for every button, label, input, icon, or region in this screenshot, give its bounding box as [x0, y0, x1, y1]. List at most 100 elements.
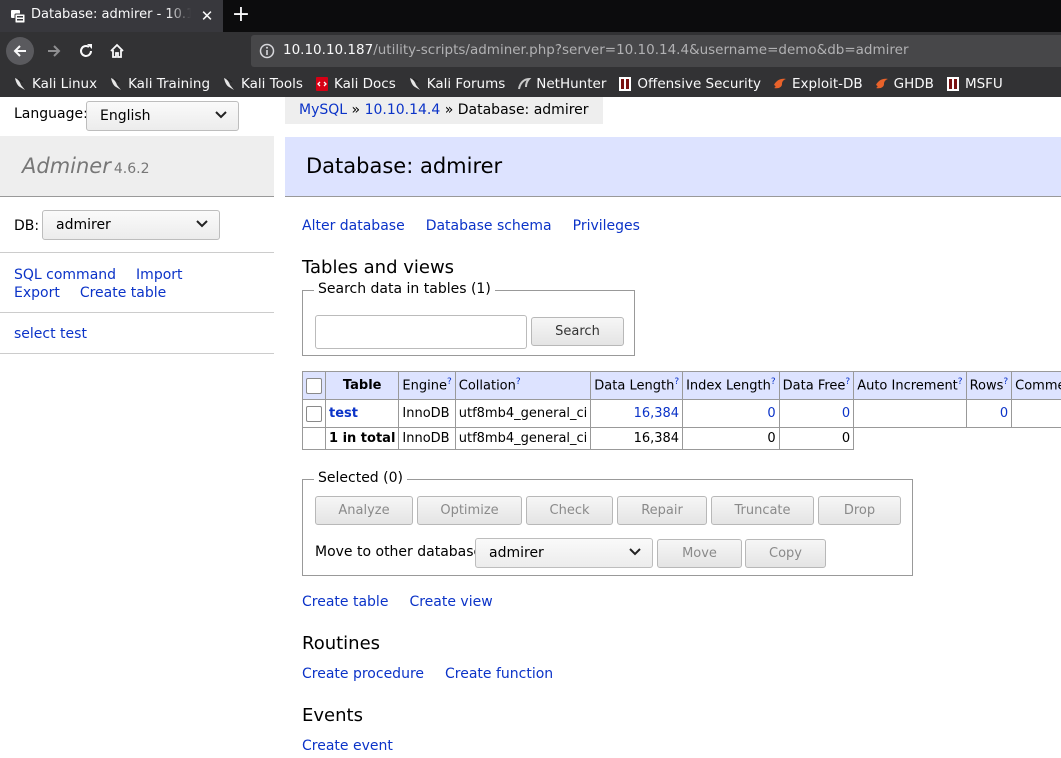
bookmark-item[interactable]: Kali Docs	[314, 76, 396, 92]
column-data-free: Data Free?	[778, 371, 855, 400]
table-name-link[interactable]: test	[329, 406, 358, 421]
help-link[interactable]: ?	[958, 377, 963, 387]
collation-cell: utf8mb4_general_ci	[454, 399, 592, 428]
reload-button[interactable]	[72, 37, 100, 65]
data-free-cell: 0	[778, 399, 855, 428]
bookmark-item[interactable]: Kali Training	[108, 76, 210, 92]
truncate-button[interactable]: Truncate	[711, 496, 814, 525]
close-tab-icon[interactable]: ✕	[198, 7, 216, 25]
events-heading: Events	[302, 705, 363, 726]
sql-command-link[interactable]: SQL command	[14, 267, 116, 283]
bookmark-label: GHDB	[893, 75, 934, 92]
divider	[0, 312, 274, 313]
selected-fieldset: Selected (0) Analyze Optimize Check Repa…	[302, 470, 913, 576]
logo-bar: Adminer 4.6.2	[0, 136, 274, 197]
column-label: Collation	[458, 378, 516, 394]
db-select[interactable]: admirer	[42, 210, 220, 240]
create-event-link[interactable]: Create event	[302, 738, 393, 754]
bookmark-label: Exploit-DB	[792, 75, 863, 92]
help-link[interactable]: ?	[1003, 377, 1008, 387]
create-procedure-link[interactable]: Create procedure	[302, 666, 424, 682]
repair-button[interactable]: Repair	[617, 496, 707, 525]
help-link[interactable]: ?	[674, 377, 679, 387]
database-schema-link[interactable]: Database schema	[426, 218, 552, 234]
alter-database-link[interactable]: Alter database	[302, 218, 405, 234]
bookmark-item[interactable]: NetHunter	[516, 76, 606, 92]
help-link[interactable]: ?	[845, 377, 850, 387]
divider	[0, 353, 274, 354]
language-label: Language:	[14, 106, 88, 122]
total-engine-cell: InnoDB	[398, 427, 456, 450]
select-all-checkbox[interactable]	[306, 377, 322, 394]
url-text: 10.10.10.187/utility-scripts/adminer.php…	[283, 42, 909, 58]
routines-heading: Routines	[302, 633, 381, 654]
export-link[interactable]: Export	[14, 285, 60, 301]
select-test-link[interactable]: select test	[14, 326, 87, 342]
reload-icon	[80, 44, 92, 57]
chevron-down-icon	[629, 548, 641, 556]
copy-button[interactable]: Copy	[745, 539, 826, 568]
create-function-link[interactable]: Create function	[445, 666, 553, 682]
create-table-link[interactable]: Create table	[302, 594, 388, 610]
nethunter-icon	[516, 76, 532, 92]
sidebar-create-table-link[interactable]: Create table	[80, 285, 166, 301]
bookmark-item[interactable]: Kali Linux	[12, 76, 97, 92]
drop-button[interactable]: Drop	[818, 496, 901, 525]
search-input[interactable]	[315, 315, 527, 349]
address-bar[interactable]: 10.10.10.187/utility-scripts/adminer.php…	[251, 35, 1061, 67]
data-length-link[interactable]: 16,384	[634, 406, 680, 421]
offsec-icon	[945, 76, 961, 92]
kali-dragon-icon	[108, 76, 124, 92]
new-tab-icon[interactable]: +	[230, 4, 252, 26]
select-all-cell	[302, 371, 326, 400]
row-checkbox[interactable]	[306, 405, 322, 422]
bookmark-item[interactable]: GHDB	[874, 76, 934, 92]
breadcrumb-separator: »	[444, 102, 454, 118]
table-header-row: Table Engine? Collation? Data Length? In…	[302, 371, 1061, 400]
offsec-icon	[617, 76, 633, 92]
create-view-link[interactable]: Create view	[409, 594, 492, 610]
kali-dragon-icon	[407, 76, 423, 92]
back-button[interactable]	[6, 37, 34, 65]
arrow-left-icon	[13, 45, 26, 57]
optimize-button[interactable]: Optimize	[417, 496, 522, 525]
column-index-length: Index Length?	[682, 371, 780, 400]
total-empty-cell	[302, 427, 326, 450]
blank-cell	[854, 428, 966, 450]
move-button[interactable]: Move	[657, 539, 742, 568]
navigation-toolbar: 10.10.10.187/utility-scripts/adminer.php…	[0, 32, 1061, 70]
chevron-down-icon	[196, 220, 208, 228]
help-link[interactable]: ?	[516, 377, 521, 387]
data-free-link[interactable]: 0	[842, 406, 850, 421]
bookmark-item[interactable]: Offensive Security	[617, 76, 761, 92]
browser-tab[interactable]: Database: admirer - 10.10.14.4 - Adminer…	[0, 0, 223, 32]
blank-cell	[1012, 428, 1061, 450]
breadcrumb-server[interactable]: 10.10.14.4	[365, 102, 441, 118]
search-button[interactable]: Search	[531, 317, 624, 346]
privileges-link[interactable]: Privileges	[573, 218, 640, 234]
move-database-select[interactable]: admirer	[475, 538, 653, 568]
rows-link[interactable]: 0	[1000, 406, 1008, 421]
help-link[interactable]: ?	[771, 377, 776, 387]
bookmark-item[interactable]: Kali Forums	[407, 76, 505, 92]
tab-bar: Database: admirer - 10.10.14.4 - Adminer…	[0, 0, 1061, 32]
bookmark-item[interactable]: MSFU	[945, 76, 1003, 92]
home-button[interactable]	[103, 37, 131, 65]
adminer-page: Language: English Adminer 4.6.2 DB: admir…	[0, 97, 1061, 758]
bookmark-item[interactable]: Kali Tools	[221, 76, 303, 92]
database-links: Alter database Database schema Privileges	[302, 218, 661, 234]
language-select[interactable]: English	[86, 101, 239, 131]
search-legend: Search data in tables (1)	[314, 281, 495, 297]
create-links: Create table Create view	[302, 594, 514, 610]
import-link[interactable]: Import	[136, 267, 182, 283]
breadcrumb-mysql[interactable]: MySQL	[299, 102, 347, 118]
adminer-logo[interactable]: Adminer 4.6.2	[22, 154, 149, 178]
forward-button[interactable]	[40, 37, 68, 65]
index-length-link[interactable]: 0	[767, 406, 775, 421]
info-icon[interactable]	[259, 43, 275, 59]
help-link[interactable]: ?	[447, 377, 452, 387]
rows-cell: 0	[965, 399, 1013, 428]
bookmark-item[interactable]: Exploit-DB	[772, 76, 863, 92]
analyze-button[interactable]: Analyze	[315, 496, 413, 525]
check-button[interactable]: Check	[526, 496, 613, 525]
